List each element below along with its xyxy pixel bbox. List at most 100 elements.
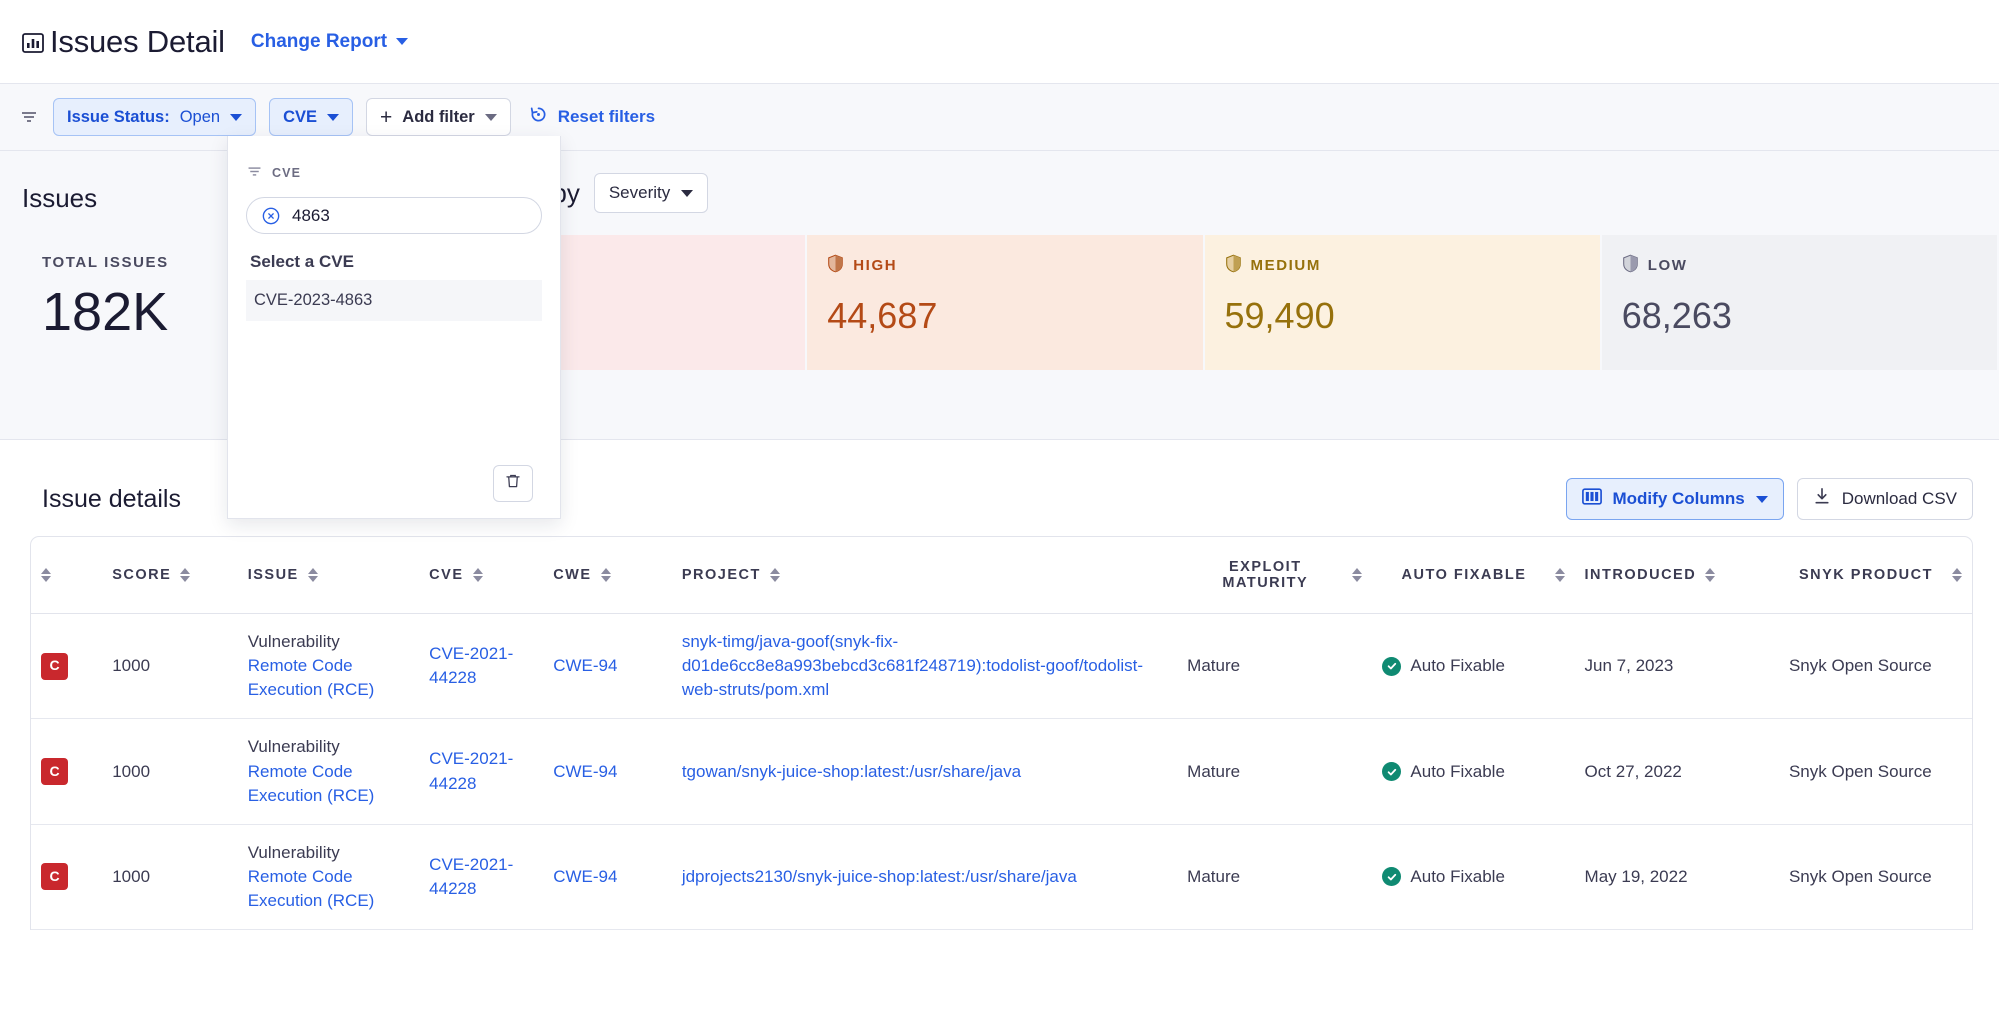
cell-issue: Vulnerability Remote Code Execution (RCE… — [237, 824, 420, 931]
chevron-down-icon — [230, 113, 243, 121]
severity-value: 44,687 — [827, 295, 938, 336]
cwe-link[interactable]: CWE-94 — [553, 867, 617, 886]
table-row[interactable]: C 1000 Vulnerability Remote Code Executi… — [31, 613, 1972, 720]
column-label: ISSUE — [247, 567, 299, 583]
table-header: SCORE ISSUE CVE CWE PROJECT EXPLOIT MATU… — [31, 537, 1972, 614]
sort-icon[interactable] — [1952, 568, 1962, 582]
filter-icon — [18, 106, 40, 128]
reset-filters-button[interactable]: Reset filters — [528, 104, 655, 130]
table-row[interactable]: C 1000 Vulnerability Remote Code Executi… — [31, 718, 1972, 825]
sort-icon[interactable] — [472, 568, 483, 582]
cve-search-box[interactable] — [246, 197, 542, 234]
cell-snyk-product: Snyk Open Source — [1778, 718, 1972, 825]
severity-card-medium: MEDIUM 59,490 — [1204, 235, 1600, 370]
cell-exploit-maturity: Mature — [1177, 718, 1373, 825]
status-badge: C — [41, 652, 68, 680]
auto-fixable-label: Auto Fixable — [1410, 656, 1505, 676]
modify-columns-button[interactable]: Modify Columns — [1565, 478, 1784, 520]
check-circle-icon — [1382, 762, 1402, 782]
download-csv-button[interactable]: Download CSV — [1796, 478, 1973, 520]
column-header-issue[interactable]: ISSUE — [237, 537, 420, 614]
cell-auto-fixable: Auto Fixable — [1372, 613, 1575, 720]
issues-table: SCORE ISSUE CVE CWE PROJECT EXPLOIT MATU… — [31, 537, 1972, 931]
issue-status-label: Issue Status: — [67, 107, 170, 126]
project-link[interactable]: tgowan/snyk-juice-shop:latest:/usr/share… — [682, 762, 1021, 781]
cve-link[interactable]: CVE-2021-44228 — [429, 855, 513, 898]
group-by-select[interactable]: Severity — [593, 173, 709, 213]
shield-icon — [1622, 254, 1639, 277]
plus-icon: + — [380, 105, 393, 129]
page-title: Issues Detail — [50, 23, 225, 59]
issue-details-title: Issue details — [42, 484, 181, 513]
clear-circle-icon[interactable] — [261, 206, 281, 226]
cve-chip-label: CVE — [283, 107, 318, 126]
filter-chip-issue-status[interactable]: Issue Status: Open — [53, 98, 257, 136]
column-header-cve[interactable]: CVE — [419, 537, 544, 614]
sort-icon[interactable] — [41, 568, 51, 582]
delete-filter-button[interactable] — [493, 465, 533, 502]
issue-name-link[interactable]: Remote Code Execution (RCE) — [248, 656, 375, 699]
table-header-row: SCORE ISSUE CVE CWE PROJECT EXPLOIT MATU… — [31, 537, 1972, 614]
issue-name-link[interactable]: Remote Code Execution (RCE) — [248, 762, 375, 805]
project-link[interactable]: jdprojects2130/snyk-juice-shop:latest:/u… — [682, 867, 1077, 886]
cell-auto-fixable: Auto Fixable — [1372, 824, 1575, 931]
column-header-snyk-product[interactable]: SNYK PRODUCT — [1778, 537, 1972, 614]
chevron-down-icon — [1755, 495, 1768, 503]
cell-score: 1000 — [102, 613, 238, 720]
chevron-down-icon — [484, 113, 497, 121]
sort-icon[interactable] — [1705, 568, 1716, 582]
shield-icon — [1225, 254, 1242, 277]
cell-introduced: Jun 7, 2023 — [1574, 613, 1779, 720]
column-header-exploit-maturity[interactable]: EXPLOIT MATURITY — [1177, 537, 1373, 614]
sort-icon[interactable] — [1352, 568, 1363, 582]
column-header-score[interactable]: SCORE — [102, 537, 238, 614]
column-header-introduced[interactable]: INTRODUCED — [1574, 537, 1779, 614]
download-csv-label: Download CSV — [1841, 489, 1957, 508]
column-label: EXPLOIT MATURITY — [1222, 559, 1309, 591]
cve-search-input[interactable] — [292, 205, 527, 226]
sort-icon[interactable] — [307, 568, 318, 582]
severity-label: MEDIUM — [1250, 257, 1321, 274]
cell-cve: CVE-2021-44228 — [419, 718, 544, 825]
issue-type: Vulnerability — [247, 737, 340, 757]
change-report-button[interactable]: Change Report — [251, 31, 409, 53]
cve-link[interactable]: CVE-2021-44228 — [429, 749, 513, 792]
project-link[interactable]: snyk-timg/java-goof(snyk-fix-d01de6cc8e8… — [682, 632, 1143, 699]
issue-type: Vulnerability — [247, 842, 340, 862]
column-header-auto-fixable[interactable]: AUTO FIXABLE — [1372, 537, 1575, 614]
table-row[interactable]: C 1000 Vulnerability Remote Code Executi… — [31, 824, 1972, 931]
severity-label: LOW — [1647, 257, 1688, 274]
cell-severity: C — [31, 613, 103, 720]
cwe-link[interactable]: CWE-94 — [553, 656, 617, 675]
cell-cwe: CWE-94 — [543, 718, 672, 825]
filter-chip-cve[interactable]: CVE — [269, 98, 354, 136]
cell-severity: C — [31, 718, 103, 825]
status-badge: C — [41, 758, 68, 786]
column-header-cwe[interactable]: CWE — [543, 537, 672, 614]
sort-icon[interactable] — [769, 568, 780, 582]
column-label: SCORE — [112, 567, 172, 583]
severity-value: 68,263 — [1621, 295, 1732, 336]
cell-introduced: May 19, 2022 — [1574, 824, 1779, 931]
chevron-down-icon — [681, 189, 694, 197]
app-header: Issues Detail Change Report — [0, 0, 1999, 84]
check-circle-icon — [1382, 867, 1402, 887]
sort-icon[interactable] — [1554, 568, 1565, 582]
add-filter-label: Add filter — [402, 107, 475, 126]
cwe-link[interactable]: CWE-94 — [553, 762, 617, 781]
sort-icon[interactable] — [600, 568, 611, 582]
sort-icon[interactable] — [180, 568, 191, 582]
cell-auto-fixable: Auto Fixable — [1372, 718, 1575, 825]
reset-icon — [528, 104, 549, 130]
cell-issue: Vulnerability Remote Code Execution (RCE… — [237, 613, 420, 720]
cve-option-item[interactable]: CVE-2023-4863 — [246, 280, 542, 321]
issue-name-link[interactable]: Remote Code Execution (RCE) — [248, 867, 375, 910]
column-header-severity[interactable] — [31, 537, 103, 614]
cell-snyk-product: Snyk Open Source — [1778, 824, 1972, 931]
add-filter-button[interactable]: + Add filter — [366, 98, 511, 136]
cve-link[interactable]: CVE-2021-44228 — [429, 644, 513, 687]
column-header-project[interactable]: PROJECT — [671, 537, 1178, 614]
cell-cve: CVE-2021-44228 — [419, 613, 544, 720]
check-circle-icon — [1382, 656, 1402, 676]
severity-label: HIGH — [853, 257, 898, 274]
